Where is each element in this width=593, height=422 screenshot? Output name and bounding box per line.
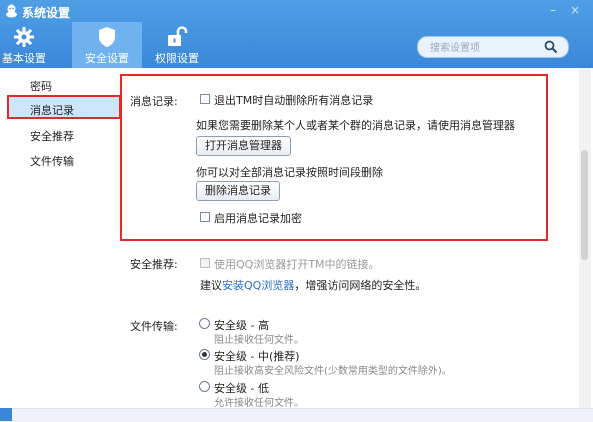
- tab-label: 基本设置: [2, 52, 46, 65]
- security-level-high-desc: 阻止接收任何文件。: [214, 335, 304, 346]
- security-level-medium-desc: 阻止接收高安全风险文件(少数常用类型的文件除外)。: [214, 366, 452, 377]
- tab-label: 权限设置: [155, 52, 199, 65]
- bottom-bar: [0, 408, 593, 422]
- minimize-button[interactable]: –: [550, 3, 556, 17]
- open-message-manager-button[interactable]: 打开消息管理器: [196, 136, 291, 156]
- search-input[interactable]: [428, 39, 542, 57]
- tab-permission-settings[interactable]: 权限设置: [150, 22, 204, 68]
- manager-hint-text: 如果您需要删除某个人或者某个群的消息记录，请使用消息管理器: [196, 119, 515, 132]
- search-icon[interactable]: [544, 40, 558, 54]
- sidebar: [0, 68, 118, 408]
- header-bar: 系统设置 – × 基本设置 安全设置 权限设置 搜索设置项: [0, 0, 593, 68]
- auto-delete-label: 退出TM时自动删除所有消息记录: [214, 94, 374, 107]
- shield-icon: [99, 27, 115, 47]
- delete-message-record-button[interactable]: 删除消息记录: [196, 181, 280, 201]
- sidebar-item-security-recommend[interactable]: 安全推荐: [30, 128, 74, 144]
- unlock-icon: [168, 26, 188, 46]
- tab-basic-settings[interactable]: 基本设置: [0, 22, 48, 68]
- scrollbar-thumb[interactable]: [581, 150, 588, 260]
- delete-hint-text: 你可以对全部消息记录按照时间段删除: [196, 166, 383, 179]
- sidebar-item-password[interactable]: 密码: [30, 78, 52, 94]
- install-qq-browser-link[interactable]: 安装QQ浏览器: [222, 279, 294, 292]
- app-logo-icon: [6, 4, 17, 18]
- encrypt-checkbox[interactable]: [200, 212, 210, 222]
- tab-security-settings[interactable]: 安全设置: [72, 22, 142, 68]
- gear-icon: [14, 27, 34, 47]
- message-record-section-label: 消息记录:: [130, 95, 178, 108]
- security-level-low-radio[interactable]: [199, 381, 210, 392]
- sidebar-item-message-record[interactable]: 消息记录: [30, 102, 74, 118]
- suggest-suffix: ，增强访问网络的安全性。: [294, 279, 427, 292]
- security-level-high-radio[interactable]: [199, 318, 210, 329]
- search-box: [417, 36, 569, 58]
- title-bar: 系统设置 – ×: [0, 0, 593, 22]
- tab-label: 安全设置: [85, 52, 129, 65]
- file-transfer-section-label: 文件传输:: [130, 320, 178, 333]
- auto-delete-checkbox[interactable]: [200, 94, 210, 104]
- sidebar-item-file-transfer[interactable]: 文件传输: [30, 153, 74, 169]
- encrypt-label: 启用消息记录加密: [214, 212, 302, 225]
- security-level-low-desc: 允许接收任何文件。: [214, 398, 304, 409]
- settings-window: 系统设置 – × 基本设置 安全设置 权限设置 搜索设置项 密码 消息记录 安全…: [0, 0, 593, 422]
- suggest-prefix: 建议: [200, 279, 222, 292]
- security-level-medium-radio[interactable]: [199, 349, 210, 360]
- window-title: 系统设置: [22, 6, 71, 20]
- install-suggestion-text: 建议安装QQ浏览器，增强访问网络的安全性。: [200, 277, 426, 293]
- bottom-accent: [0, 408, 12, 421]
- security-recommend-section-label: 安全推荐:: [130, 258, 178, 271]
- use-qq-browser-label: 使用QQ浏览器打开TM中的链接。: [214, 258, 380, 271]
- close-button[interactable]: ×: [570, 3, 580, 17]
- use-qq-browser-checkbox[interactable]: [200, 258, 210, 268]
